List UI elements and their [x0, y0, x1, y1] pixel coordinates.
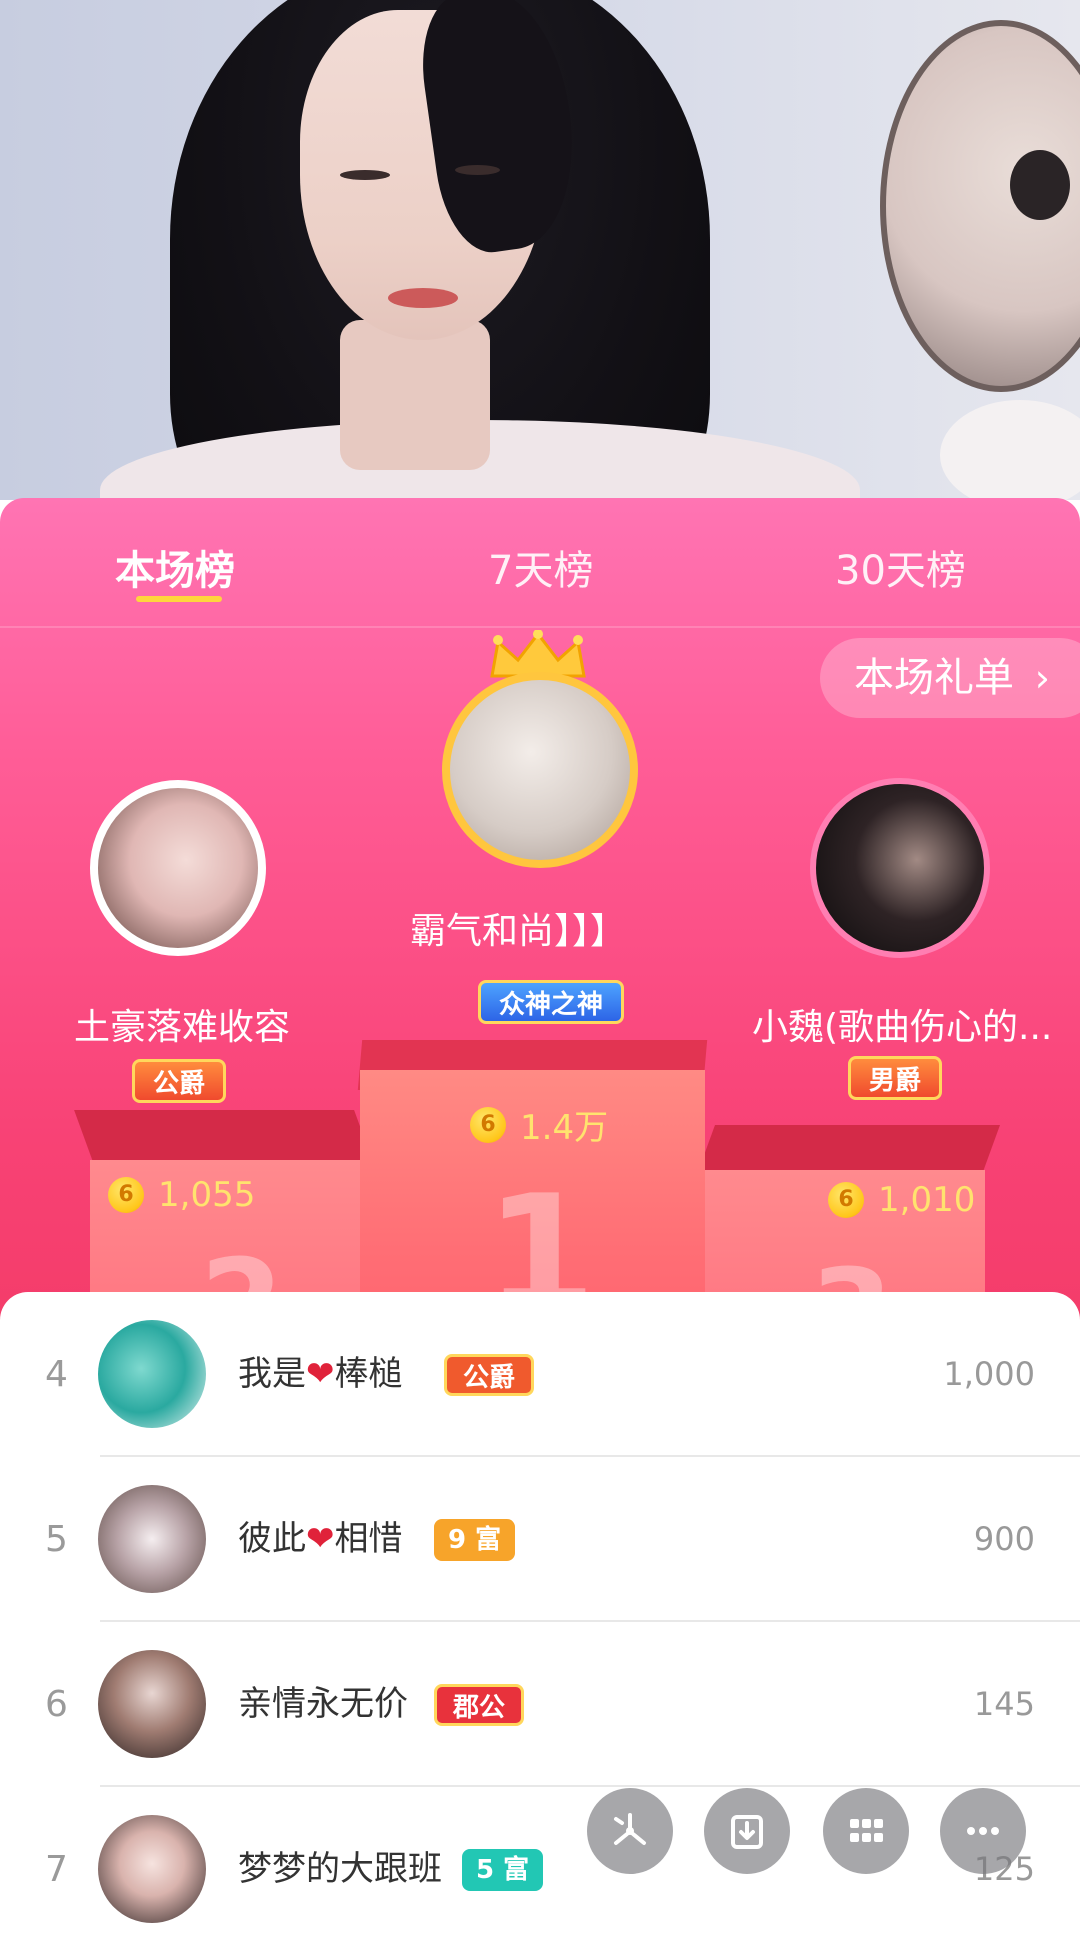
coin-icon: 6: [828, 1182, 864, 1218]
list-item[interactable]: 4 我是❤棒槌 公爵 1,000: [0, 1292, 1080, 1457]
list-item[interactable]: 7 梦梦的大跟班 5 富 125: [0, 1787, 1080, 1952]
avatar-second[interactable]: [90, 780, 266, 956]
contribution-value: 900: [973, 1520, 1035, 1558]
rank-badge: 5 富: [462, 1849, 544, 1891]
active-tab-indicator: [136, 596, 222, 602]
first-score: 6 1.4万: [470, 1100, 608, 1149]
avatar[interactable]: [98, 1815, 206, 1923]
coin-icon: 6: [108, 1177, 144, 1213]
first-name: 霸气和尚】】】: [410, 911, 627, 952]
tab-30-days[interactable]: 30天榜: [835, 538, 966, 596]
grid-icon[interactable]: [823, 1788, 909, 1874]
contribution-value: 1,000: [943, 1355, 1035, 1393]
rank-number: 5: [45, 1519, 68, 1560]
user-name: 彼此❤相惜: [238, 1519, 403, 1559]
third-name: 小魏(歌曲伤心的...: [752, 1007, 1053, 1048]
avatar-third[interactable]: [810, 778, 990, 958]
live-video[interactable]: [0, 0, 1080, 500]
rank-badge: 郡公: [434, 1684, 525, 1726]
user-name: 我是❤棒槌: [238, 1354, 403, 1394]
third-badge: 男爵: [848, 1056, 943, 1100]
first-badge: 众神之神: [478, 980, 625, 1024]
second-name: 土豪落难收容: [74, 1007, 291, 1048]
user-name: 梦梦的大跟班: [238, 1849, 442, 1889]
third-score: 6 1,010: [828, 1180, 975, 1220]
avatar[interactable]: [98, 1485, 206, 1593]
download-icon[interactable]: [704, 1788, 790, 1874]
coin-icon: 6: [470, 1106, 506, 1143]
avatar-first[interactable]: [442, 672, 638, 868]
list-item[interactable]: 6 亲情永无价 郡公 145: [0, 1622, 1080, 1787]
gift-list-button[interactable]: 本场礼单 ›: [820, 638, 1080, 718]
rank-badge: 公爵: [444, 1354, 535, 1396]
heart-icon: ❤: [306, 1354, 335, 1394]
rank-number: 4: [45, 1354, 68, 1395]
rank-badge: 9 富: [434, 1519, 516, 1561]
second-badge: 公爵: [132, 1059, 227, 1103]
avatar[interactable]: [98, 1320, 206, 1428]
more-icon[interactable]: [940, 1788, 1026, 1874]
contribution-value: 145: [973, 1685, 1035, 1723]
list-item[interactable]: 5 彼此❤相惜 9 富 900: [0, 1457, 1080, 1622]
rank-number: 6: [45, 1684, 68, 1725]
second-score: 6 1,055: [108, 1175, 255, 1215]
rank-number: 7: [45, 1849, 68, 1890]
ranking-list: 4 我是❤棒槌 公爵 1,000 5 彼此❤相惜 9 富 900 6 亲情永无价…: [0, 1292, 1080, 1932]
ranking-tabs: 本场榜 7天榜 30天榜: [0, 498, 1080, 628]
chevron-right-icon: ›: [1034, 656, 1050, 700]
share-icon[interactable]: [587, 1788, 673, 1874]
heart-icon: ❤: [306, 1519, 335, 1559]
user-name: 亲情永无价: [238, 1684, 408, 1724]
tab-7-days[interactable]: 7天榜: [488, 538, 593, 596]
tab-this-session[interactable]: 本场榜: [115, 538, 235, 596]
avatar[interactable]: [98, 1650, 206, 1758]
